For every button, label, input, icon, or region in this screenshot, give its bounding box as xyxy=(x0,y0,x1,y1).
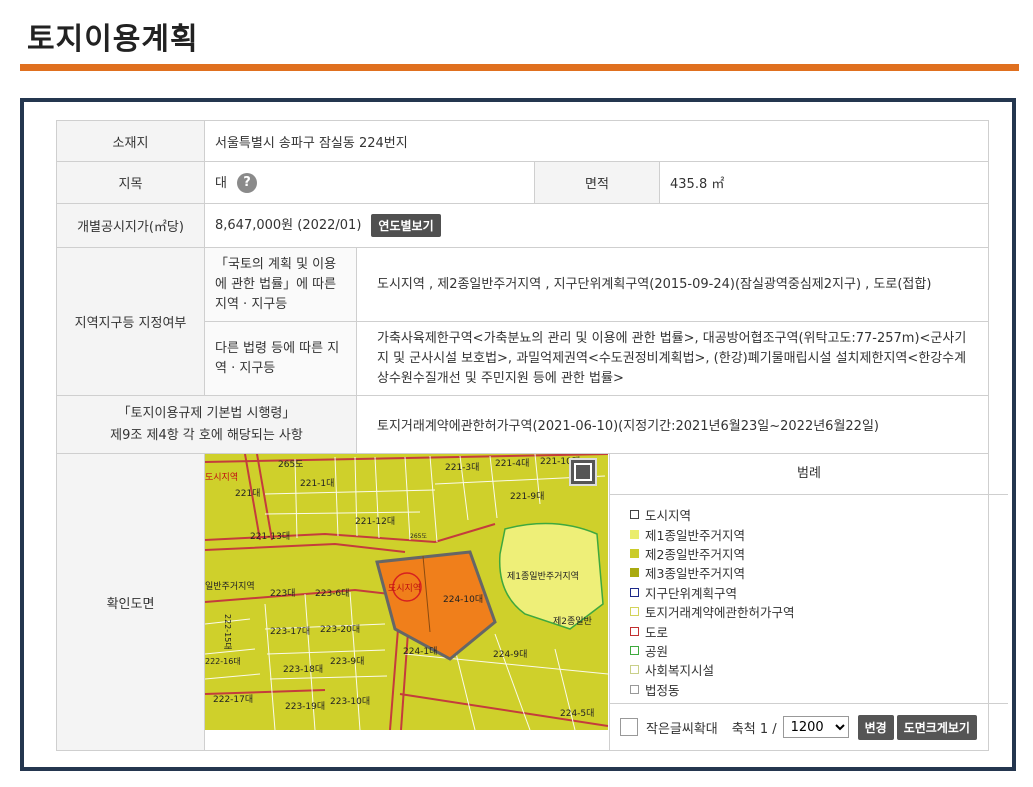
area-value: 435.8 ㎡ xyxy=(658,161,990,204)
yearly-view-button[interactable]: 연도별보기 xyxy=(371,214,441,237)
law2-label: 다른 법령 등에 따른 지역 · 지구등 xyxy=(204,321,357,396)
map-fullscreen-button[interactable]: 도면크게보기 xyxy=(896,714,977,740)
map-label-221-3: 221-3대 xyxy=(445,462,479,473)
legend-item: 제2종일반주거지역 xyxy=(630,544,1008,563)
map-label-221-1: 221-1대 xyxy=(300,478,334,489)
page-title: 토지이용계획 xyxy=(27,22,199,57)
price-value: 8,647,000원 (2022/01) xyxy=(215,218,362,233)
legend-title: 범례 xyxy=(610,454,1008,495)
legend-label: 지구단위계획구역 xyxy=(645,585,738,601)
title-divider xyxy=(20,64,1019,71)
map-cell: 265도 221-3대 221-4대 221-10대 221-1대 221대 2… xyxy=(203,453,1008,751)
legend-swatch xyxy=(630,587,639,597)
law3-label-line1: 「토지이용규제 기본법 시행령」 xyxy=(117,405,296,421)
legend-list: 도시지역제1종일반주거지역제2종일반주거지역제3종일반주거지역지구단위계획구역토… xyxy=(610,495,1008,699)
map-label-221-13: 221-13대 xyxy=(250,531,290,542)
legend-item: 공원 xyxy=(630,641,1008,660)
jimok-label: 지목 xyxy=(56,161,205,204)
map-label-zone-left: 일반주거지역 xyxy=(205,581,255,592)
map-label-221-4: 221-4대 xyxy=(495,458,529,469)
legend-label: 공원 xyxy=(645,643,669,659)
small-text-checkbox[interactable] xyxy=(620,718,638,736)
legend-swatch xyxy=(630,548,639,558)
map-label-223-20: 223-20대 xyxy=(320,624,360,635)
legend-label: 제3종일반주거지역 xyxy=(645,566,745,582)
legend-label: 법정동 xyxy=(645,682,680,698)
map-label-city-left: 도시지역 xyxy=(205,472,238,483)
scale-select[interactable]: 1200 xyxy=(782,716,849,738)
jimok-cell: 대? xyxy=(204,161,535,204)
legend-label: 도시지역 xyxy=(645,508,692,524)
map-label-223-10: 223-10대 xyxy=(330,696,370,707)
law1-label: 「국토의 계획 및 이용에 관한 법률」에 따른 지역 · 지구등 xyxy=(204,247,357,322)
legend-label: 제1종일반주거지역 xyxy=(645,527,745,543)
legend-label: 사회복지시설 xyxy=(645,663,715,679)
price-cell: 8,647,000원 (2022/01) 연도별보기 xyxy=(203,203,990,248)
map-expand-icon[interactable] xyxy=(569,458,597,486)
legend-swatch xyxy=(630,529,639,539)
legend-swatch xyxy=(630,568,639,578)
map-label-223-6: 223-6대 xyxy=(315,588,349,599)
law3-label-line2: 제9조 제4항 각 호에 해당되는 사항 xyxy=(110,427,303,443)
legend-swatch xyxy=(630,684,639,694)
legend-label: 제2종일반주거지역 xyxy=(645,546,745,562)
map-label-224-1: 224-1대 xyxy=(403,646,437,657)
legend-item: 도시지역 xyxy=(630,505,1008,524)
map-label-221: 221대 xyxy=(235,488,260,499)
legend-item: 제1종일반주거지역 xyxy=(630,524,1008,543)
legend-panel: 범례 도시지역제1종일반주거지역제2종일반주거지역제3종일반주거지역지구단위계획… xyxy=(609,454,1008,750)
help-icon[interactable]: ? xyxy=(236,173,257,194)
zone-label: 지역지구등 지정여부 xyxy=(56,247,205,396)
legend-swatch xyxy=(630,645,639,655)
map-label-223-19: 223-19대 xyxy=(285,701,325,712)
location-value: 서울특별시 송파구 잠실동 224번지 xyxy=(203,120,990,162)
map-label-223-18: 223-18대 xyxy=(283,664,323,675)
scale-label: 축척 1 / xyxy=(731,721,777,737)
map-label-222-17: 222-17대 xyxy=(213,694,253,705)
location-label: 소재지 xyxy=(56,120,205,162)
map-label-221-12: 221-12대 xyxy=(355,516,395,527)
land-info-table: 소재지 서울특별시 송파구 잠실동 224번지 지목 대? 면적 435.8 ㎡… xyxy=(56,120,1008,751)
map-label-221-9: 221-9대 xyxy=(510,491,544,502)
legend-item: 지구단위계획구역 xyxy=(630,583,1008,602)
law2-value: 가축사육제한구역<가축분뇨의 관리 및 이용에 관한 법률>, 대공방어협조구역… xyxy=(355,321,990,396)
map-label-223-9: 223-9대 xyxy=(330,656,364,667)
legend-swatch xyxy=(630,510,639,520)
jimok-value: 대 xyxy=(215,175,227,191)
legend-item: 법정동 xyxy=(630,680,1008,699)
legend-item: 제3종일반주거지역 xyxy=(630,563,1008,582)
map-label-222-15: 222-15대 xyxy=(223,614,232,650)
map-label-park: 제1종일반주거지역 xyxy=(507,571,579,582)
map-label-zone2: 제2종일반 xyxy=(553,616,592,627)
map-label-224: 도시지역 xyxy=(388,583,421,594)
legend-swatch xyxy=(630,626,639,636)
law3-value: 토지거래계약에관한허가구역(2021-06-10)(지정기간:2021년6월23… xyxy=(355,395,990,454)
map-label-265a: 265도 xyxy=(278,460,303,470)
map-label-223-17: 223-17대 xyxy=(270,626,310,637)
map-label-223: 223대 xyxy=(270,588,295,599)
land-use-panel: 소재지 서울특별시 송파구 잠실동 224번지 지목 대? 면적 435.8 ㎡… xyxy=(20,98,1016,771)
map-label-224-10: 224-10대 xyxy=(443,594,483,605)
law1-value: 도시지역 , 제2종일반주거지역 , 지구단위계획구역(2015-09-24)(… xyxy=(355,247,990,322)
map-label: 확인도면 xyxy=(56,453,205,751)
legend-swatch xyxy=(630,665,639,675)
legend-label: 토지거래계약에관한허가구역 xyxy=(645,605,795,621)
legend-item: 사회복지시설 xyxy=(630,660,1008,679)
map-label-224-5: 224-5대 xyxy=(560,708,594,719)
small-text-label: 작은글씨확대 xyxy=(646,721,718,737)
map-label-265b: 265도 xyxy=(410,533,427,540)
law3-label: 「토지이용규제 기본법 시행령」 제9조 제4항 각 호에 해당되는 사항 xyxy=(56,395,357,454)
change-button[interactable]: 변경 xyxy=(857,714,894,740)
area-label: 면적 xyxy=(534,161,660,204)
cadastral-map[interactable]: 265도 221-3대 221-4대 221-10대 221-1대 221대 2… xyxy=(205,454,608,730)
legend-item: 토지거래계약에관한허가구역 xyxy=(630,602,1008,621)
map-label-222-16: 222-16대 xyxy=(205,657,241,666)
price-label: 개별공시지가(㎡당) xyxy=(56,203,205,248)
legend-label: 도로 xyxy=(645,624,669,640)
map-label-224-9: 224-9대 xyxy=(493,649,527,660)
legend-item: 도로 xyxy=(630,621,1008,640)
legend-swatch xyxy=(630,607,639,617)
legend-controls: 작은글씨확대 축척 1 / 1200 변경 도면크게보기 xyxy=(610,703,1008,750)
map-svg: 265도 221-3대 221-4대 221-10대 221-1대 221대 2… xyxy=(205,454,608,730)
